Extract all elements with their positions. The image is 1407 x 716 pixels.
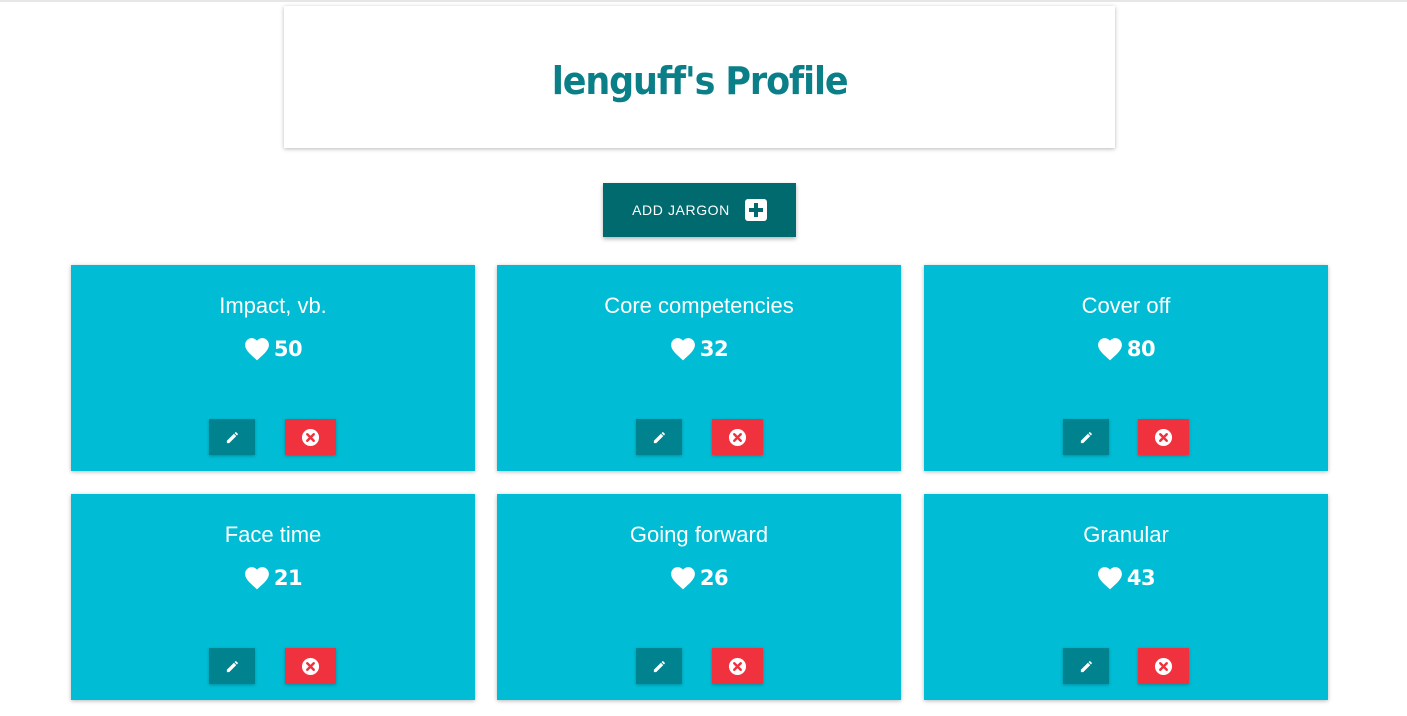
like-count: 80	[1126, 337, 1156, 361]
jargon-card: Core competencies 32	[497, 265, 901, 471]
top-divider	[0, 0, 1407, 2]
edit-button[interactable]	[1063, 419, 1109, 455]
jargon-card: Face time 21	[71, 494, 475, 700]
heart-icon[interactable]	[244, 337, 270, 361]
heart-icon[interactable]	[1097, 566, 1123, 590]
heart-icon[interactable]	[1097, 337, 1123, 361]
delete-button[interactable]	[285, 648, 336, 684]
edit-button[interactable]	[1063, 648, 1109, 684]
like-counter: 21	[71, 566, 475, 590]
pencil-icon	[226, 660, 238, 672]
close-circle-icon	[728, 428, 747, 446]
heart-icon[interactable]	[670, 566, 696, 590]
like-counter: 32	[497, 337, 901, 361]
jargon-card: Going forward 26	[497, 494, 901, 700]
close-circle-icon	[1154, 428, 1173, 446]
pencil-icon	[226, 431, 238, 443]
close-circle-icon	[1154, 657, 1173, 675]
jargon-title: Granular	[1083, 522, 1169, 547]
close-circle-icon	[728, 657, 747, 675]
plus-square-icon	[744, 199, 767, 221]
pencil-icon	[1080, 660, 1092, 672]
jargon-card: Impact, vb. 50	[71, 265, 475, 471]
pencil-icon	[1080, 431, 1092, 443]
close-circle-icon	[301, 657, 320, 675]
add-jargon-label: ADD JARGON	[632, 202, 730, 218]
jargon-title: Face time	[224, 522, 322, 547]
page-title: lenguff's Profile	[551, 59, 849, 103]
delete-button[interactable]	[1138, 648, 1189, 684]
jargon-title: Cover off	[1081, 293, 1171, 318]
edit-button[interactable]	[636, 419, 682, 455]
edit-button[interactable]	[209, 419, 255, 455]
like-count: 50	[273, 337, 303, 361]
pencil-icon	[653, 660, 665, 672]
delete-button[interactable]	[285, 419, 336, 455]
delete-button[interactable]	[712, 419, 763, 455]
edit-button[interactable]	[209, 648, 255, 684]
jargon-title: Going forward	[629, 522, 769, 547]
edit-button[interactable]	[636, 648, 682, 684]
jargon-title: Core competencies	[604, 293, 794, 318]
jargon-card: Cover off 80	[924, 265, 1328, 471]
like-count: 43	[1126, 566, 1156, 590]
add-jargon-button[interactable]: ADD JARGON	[603, 183, 796, 237]
like-counter: 43	[924, 566, 1328, 590]
like-counter: 50	[71, 337, 475, 361]
like-counter: 26	[497, 566, 901, 590]
like-count: 32	[699, 337, 729, 361]
like-counter: 80	[924, 337, 1328, 361]
jargon-card: Granular 43	[924, 494, 1328, 700]
close-circle-icon	[301, 428, 320, 446]
delete-button[interactable]	[712, 648, 763, 684]
delete-button[interactable]	[1138, 419, 1189, 455]
heart-icon[interactable]	[670, 337, 696, 361]
profile-header: lenguff's Profile	[284, 6, 1115, 148]
jargon-title: Impact, vb.	[219, 293, 327, 318]
like-count: 26	[699, 566, 729, 590]
heart-icon[interactable]	[244, 566, 270, 590]
like-count: 21	[273, 566, 303, 590]
pencil-icon	[653, 431, 665, 443]
